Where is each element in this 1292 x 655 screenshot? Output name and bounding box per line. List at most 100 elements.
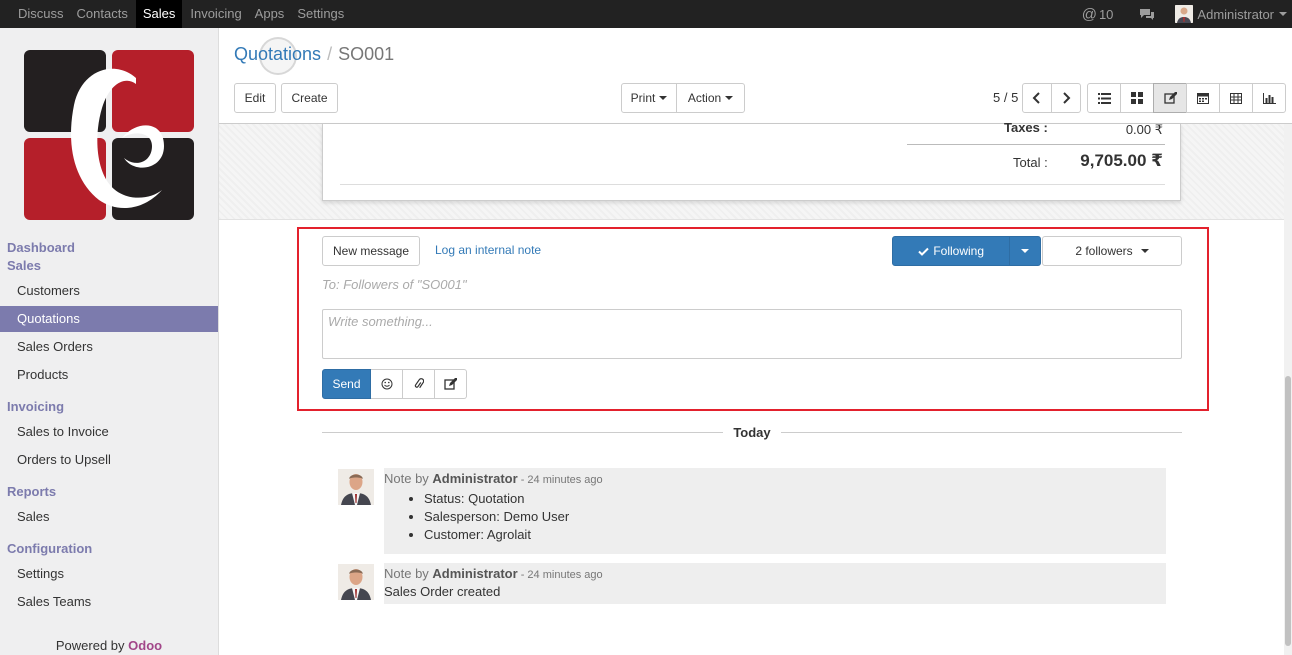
sidebar-item-orders-to-upsell[interactable]: Orders to Upsell <box>0 447 218 473</box>
sidebar-section-invoicing: Invoicing <box>7 399 65 414</box>
menu-settings[interactable]: Settings <box>292 0 349 28</box>
tracking-value: Customer: Agrolait <box>424 526 1166 544</box>
paperclip-icon <box>414 378 424 389</box>
chevron-down-icon <box>725 96 734 100</box>
total-divider <box>907 144 1165 145</box>
mentions-button[interactable]: @ 10 <box>1082 6 1114 23</box>
list-view-button[interactable] <box>1087 83 1121 113</box>
emoji-button[interactable] <box>371 369 403 399</box>
sidebar-section-reports: Reports <box>7 484 57 499</box>
tracking-value: Salesperson: Demo User <box>424 508 1166 526</box>
edit-icon <box>444 377 457 390</box>
message-author[interactable]: Administrator <box>432 471 517 486</box>
sidebar-item-reports-sales[interactable]: Sales <box>0 504 218 530</box>
tracking-value: Status: Quotation <box>424 490 1166 508</box>
message-author[interactable]: Administrator <box>432 566 517 581</box>
sidebar-item-sales-orders[interactable]: Sales Orders <box>0 334 218 360</box>
calendar-view-button[interactable] <box>1186 83 1220 113</box>
followers-dropdown[interactable]: 2 followers <box>1042 236 1182 266</box>
pager-previous-button[interactable] <box>1022 83 1052 113</box>
top-navbar: Discuss Contacts Sales Invoicing Apps Se… <box>0 0 1292 28</box>
form-background: Taxes : 0.00 ₹ Total : 9,705.00 ₹ <box>219 120 1284 220</box>
smiley-icon <box>381 378 392 390</box>
user-name: Administrator <box>1197 6 1274 22</box>
create-button[interactable]: Create <box>281 83 338 113</box>
following-label: Following <box>933 244 985 258</box>
new-message-button[interactable]: New message <box>322 236 420 266</box>
breadcrumb: Quotations / SO001 <box>234 44 394 65</box>
table-icon <box>1230 92 1242 104</box>
message-author-avatar[interactable] <box>338 469 374 505</box>
powered-by: Powered by Odoo <box>0 638 218 653</box>
pager-next-button[interactable] <box>1051 83 1081 113</box>
menu-apps[interactable]: Apps <box>250 0 290 28</box>
print-dropdown[interactable]: Print <box>621 83 677 113</box>
chevron-left-icon <box>1032 92 1040 104</box>
message-prefix: Note by <box>384 566 433 581</box>
message-composer-input[interactable]: Write something... <box>322 309 1182 359</box>
odoo-link[interactable]: Odoo <box>128 638 162 653</box>
at-icon: @ <box>1081 5 1097 23</box>
kanban-icon <box>1131 92 1143 104</box>
calendar-icon <box>1197 93 1209 104</box>
total-value: 9,705.00 ₹ <box>1080 151 1163 170</box>
chevron-down-icon <box>1279 12 1287 16</box>
log-note-link[interactable]: Log an internal note <box>435 243 541 257</box>
sidebar: Dashboard Sales Customers Quotations Sal… <box>0 28 219 655</box>
edit-icon <box>1163 91 1177 104</box>
followers-label: 2 followers <box>1075 244 1133 258</box>
form-view-button[interactable] <box>1153 83 1187 113</box>
graph-view-button[interactable] <box>1252 83 1286 113</box>
user-menu[interactable]: Administrator <box>1175 5 1287 23</box>
control-panel: Quotations / SO001 Edit Create Print Actio… <box>219 28 1292 124</box>
check-icon <box>918 247 930 256</box>
pivot-view-button[interactable] <box>1219 83 1253 113</box>
kanban-view-button[interactable] <box>1120 83 1154 113</box>
breadcrumb-current: SO001 <box>338 44 395 64</box>
action-dropdown[interactable]: Action <box>676 83 745 113</box>
attach-button[interactable] <box>403 369 435 399</box>
pager-value[interactable]: 5 / 5 <box>993 90 1018 105</box>
bar-chart-icon <box>1262 92 1276 104</box>
sidebar-item-sales-to-invoice[interactable]: Sales to Invoice <box>0 419 218 445</box>
print-label: Print <box>630 91 656 105</box>
scrollbar-thumb[interactable] <box>1285 376 1291 646</box>
breadcrumb-quotations[interactable]: Quotations <box>234 44 321 64</box>
list-icon <box>1097 92 1111 104</box>
sidebar-item-customers[interactable]: Customers <box>0 278 218 304</box>
composer-toolbar: Send <box>322 369 467 399</box>
message-body: Sales Order created <box>384 584 501 599</box>
menu-sales[interactable]: Sales <box>135 0 183 28</box>
sidebar-section-sales: Sales <box>7 258 41 273</box>
sidebar-item-settings[interactable]: Settings <box>0 561 218 587</box>
sheet-divider <box>340 184 1165 185</box>
mentions-count: 10 <box>1098 6 1114 22</box>
message-author-avatar[interactable] <box>338 564 374 600</box>
following-button[interactable]: Following <box>893 237 1011 265</box>
total-label: Total : <box>1013 155 1048 170</box>
menu-discuss[interactable]: Discuss <box>13 0 69 28</box>
message-time: - 24 minutes ago <box>517 569 603 581</box>
menu-invoicing[interactable]: Invoicing <box>185 0 246 28</box>
chevron-down-icon <box>1140 249 1149 253</box>
sidebar-section-dashboard[interactable]: Dashboard <box>7 240 75 255</box>
tracking-values: Status: Quotation Salesperson: Demo User… <box>424 490 1166 544</box>
breadcrumb-separator: / <box>327 44 333 64</box>
scrollbar[interactable] <box>1284 124 1292 655</box>
message-note: Note by Administrator - 24 minutes ago S… <box>384 563 1166 604</box>
message-time: - 24 minutes ago <box>517 474 603 486</box>
following-dropdown-toggle[interactable] <box>1010 237 1040 265</box>
edit-button[interactable]: Edit <box>234 83 276 113</box>
app-menu: Discuss Contacts Sales Invoicing Apps Se… <box>13 0 352 28</box>
message-header: Note by Administrator - 24 minutes ago <box>384 471 1166 486</box>
taxes-label: Taxes : <box>1004 120 1048 135</box>
sidebar-item-products[interactable]: Products <box>0 362 218 388</box>
chevron-down-icon <box>1021 249 1030 253</box>
chat-icon[interactable] <box>1139 8 1155 20</box>
sidebar-item-quotations[interactable]: Quotations <box>0 306 218 332</box>
sidebar-item-sales-teams[interactable]: Sales Teams <box>0 589 218 615</box>
full-composer-button[interactable] <box>435 369 467 399</box>
menu-contacts[interactable]: Contacts <box>72 0 133 28</box>
send-button[interactable]: Send <box>322 369 371 399</box>
chevron-down-icon <box>659 96 668 100</box>
